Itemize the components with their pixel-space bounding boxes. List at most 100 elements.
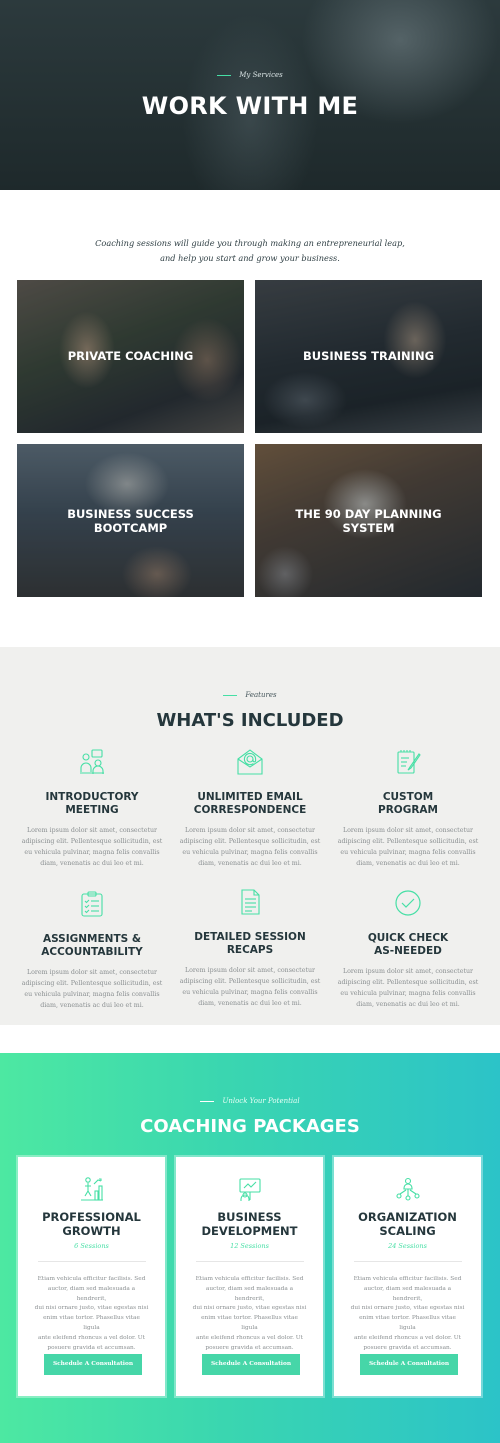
feature-body-3: eu vehicula pulvinar, magna felis conval… (340, 849, 476, 856)
feature-custom-program: CUSTOM PROGRAM Lorem ipsum dolor sit ame… (333, 748, 483, 869)
custom-program-icon (397, 750, 421, 774)
schedule-consultation-button[interactable]: Schedule A Consultation (360, 1354, 458, 1375)
feature-unlimited-email: UNLIMITED EMAIL CORRESPONDENCE Lorem ips… (175, 748, 325, 869)
package-body-5: ante eleifend rhoncus a vel dolor. Ut (195, 1334, 304, 1341)
feature-title-line-2: RECAPS (226, 944, 274, 956)
eyebrow-line (217, 74, 232, 76)
feature-body-4: diam, venenatis ac dui leo et mi. (40, 1002, 144, 1009)
service-label-line-1: THE 90 DAY PLANNING (295, 507, 442, 521)
service-card-business-training[interactable]: BUSINESS TRAINING (255, 280, 482, 433)
service-card-label: BUSINESS TRAINING (255, 349, 482, 363)
features-eyebrow-text: Features (245, 691, 277, 699)
feature-title-line-1: DETAILED SESSION (194, 931, 306, 943)
feature-body-1: Lorem ipsum dolor sit amet, consectetur (184, 967, 316, 974)
package-body-5: ante eleifend rhoncus a vel dolor. Ut (37, 1334, 146, 1341)
package-body-6: posuere gravida et accumsan. (363, 1344, 452, 1351)
package-body-2: auctor, diam sed malesuada a hendrerit, (363, 1285, 452, 1302)
features-eyebrow: Features (0, 691, 500, 699)
feature-body-2: adipiscing elit. Pellentesque sollicitud… (179, 838, 321, 845)
feature-detailed-session-recaps: DETAILED SESSION RECAPS Lorem ipsum dolo… (175, 888, 325, 1009)
package-card-organization-scaling: ORGANIZATION SCALING 24 Sessions Etiam v… (334, 1157, 481, 1396)
feature-body-3: eu vehicula pulvinar, magna felis conval… (340, 990, 476, 997)
service-card-private-coaching[interactable]: PRIVATE COACHING (17, 280, 244, 433)
package-body-3: dui nisi ornare justo, vitae egestas nis… (350, 1305, 465, 1312)
hero-section: My Services WORK WITH ME (0, 0, 500, 190)
package-body-4: enim vitae tortor. Phasellus vitae ligul… (359, 1315, 456, 1331)
feature-body-2: adipiscing elit. Pellentesque sollicitud… (21, 838, 163, 845)
package-divider (195, 1261, 304, 1262)
feature-body-4: diam, venenatis ac dui leo et mi. (356, 1001, 460, 1008)
schedule-consultation-button[interactable]: Schedule A Consultation (44, 1354, 142, 1375)
service-card-90-day-planning-system[interactable]: THE 90 DAY PLANNING SYSTEM (255, 444, 482, 597)
clipboard-checklist-icon (81, 891, 103, 917)
email-envelope-icon (237, 749, 263, 775)
feature-body-1: Lorem ipsum dolor sit amet, consectetur (184, 827, 316, 834)
feature-body-4: diam, venenatis ac dui leo et mi. (198, 1000, 302, 1007)
feature-assignments-accountability: ASSIGNMENTS & ACCOUNTABILITY Lorem ipsum… (17, 890, 167, 1011)
feature-title-line-2: AS-NEEDED (374, 945, 442, 957)
features-section: Features WHAT'S INCLUDED INTRODUCTORY ME… (0, 647, 500, 1025)
features-title: WHAT'S INCLUDED (156, 710, 344, 731)
feature-body-2: adipiscing elit. Pellentesque sollicitud… (337, 838, 479, 845)
package-body-1: Etiam vehicula efficitur facilisis. Sed (37, 1276, 146, 1282)
feature-title-line-2: CORRESPONDENCE (193, 804, 307, 816)
package-body-1: Etiam vehicula efficitur facilisis. Sed (195, 1276, 304, 1282)
service-card-business-success-bootcamp[interactable]: BUSINESS SUCCESS BOOTCAMP (17, 444, 244, 597)
package-body-2: auctor, diam sed malesuada a hendrerit, (205, 1285, 294, 1302)
package-sessions: 6 Sessions (74, 1242, 109, 1250)
feature-title-line-1: CUSTOM (382, 791, 434, 803)
package-card-business-development: BUSINESS DEVELOPMENT 12 Sessions Etiam v… (176, 1157, 323, 1396)
feature-body-1: Lorem ipsum dolor sit amet, consectetur (26, 827, 158, 834)
package-body-4: enim vitae tortor. Phasellus vitae ligul… (201, 1315, 298, 1331)
package-body-3: dui nisi ornare justo, vitae egestas nis… (34, 1305, 149, 1312)
feature-title-line-1: QUICK CHECK (367, 932, 449, 944)
package-divider (353, 1261, 462, 1262)
eyebrow-line (200, 1100, 215, 1102)
eyebrow-line (223, 694, 238, 696)
package-title-line-2: SCALING (379, 1224, 436, 1238)
packages-eyebrow-text: Unlock Your Potential (222, 1097, 300, 1105)
feature-introductory-meeting: INTRODUCTORY MEETING Lorem ipsum dolor s… (17, 748, 167, 869)
feature-body-3: eu vehicula pulvinar, magna felis conval… (24, 849, 160, 856)
package-body-3: dui nisi ornare justo, vitae egestas nis… (192, 1305, 307, 1312)
package-divider (37, 1261, 146, 1262)
package-title-line-1: PROFESSIONAL (42, 1210, 141, 1224)
hero-eyebrow: My Services (0, 71, 500, 79)
organization-network-icon (395, 1177, 420, 1201)
intro-text: Coaching sessions will guide you through… (0, 236, 500, 266)
package-title-line-1: ORGANIZATION (358, 1210, 457, 1224)
growth-person-icon (80, 1177, 103, 1201)
service-label-line-2: BOOTCAMP (93, 521, 168, 535)
package-body-2: auctor, diam sed malesuada a hendrerit, (47, 1285, 136, 1302)
service-card-label: THE 90 DAY PLANNING SYSTEM (255, 507, 482, 535)
feature-body-2: adipiscing elit. Pellentesque sollicitud… (179, 978, 321, 985)
feature-title-line-2: MEETING (65, 804, 119, 816)
schedule-consultation-button[interactable]: Schedule A Consultation (202, 1354, 300, 1375)
feature-body-3: eu vehicula pulvinar, magna felis conval… (24, 991, 160, 998)
package-body-5: ante eleifend rhoncus a vel dolor. Ut (353, 1334, 462, 1341)
package-title-line-1: BUSINESS (217, 1210, 282, 1224)
service-card-label: BUSINESS SUCCESS BOOTCAMP (17, 507, 244, 535)
document-icon (241, 889, 260, 915)
package-title-line-2: DEVELOPMENT (201, 1224, 298, 1238)
service-card-label: PRIVATE COACHING (17, 349, 244, 363)
feature-body-4: diam, venenatis ac dui leo et mi. (40, 860, 144, 867)
feature-body-1: Lorem ipsum dolor sit amet, consectetur (342, 827, 474, 834)
service-label-line-1: PRIVATE COACHING (67, 349, 194, 363)
package-body-6: posuere gravida et accumsan. (205, 1344, 294, 1351)
feature-body-4: diam, venenatis ac dui leo et mi. (198, 860, 302, 867)
feature-body-3: eu vehicula pulvinar, magna felis conval… (182, 989, 318, 996)
feature-body-3: eu vehicula pulvinar, magna felis conval… (182, 849, 318, 856)
feature-title-line-2: PROGRAM (378, 804, 438, 816)
package-sessions: 24 Sessions (388, 1242, 427, 1250)
feature-body-2: adipiscing elit. Pellentesque sollicitud… (337, 979, 479, 986)
service-label-line-1: BUSINESS SUCCESS (67, 507, 194, 521)
packages-section: Unlock Your Potential COACHING PACKAGES … (0, 1053, 500, 1443)
package-body-1: Etiam vehicula efficitur facilisis. Sed (353, 1276, 462, 1282)
package-card-professional-growth: PROFESSIONAL GROWTH 6 Sessions Etiam veh… (18, 1157, 165, 1396)
feature-body-4: diam, venenatis ac dui leo et mi. (356, 860, 460, 867)
hero-eyebrow-text: My Services (239, 71, 283, 79)
package-title-line-2: GROWTH (62, 1224, 121, 1238)
feature-title-line-1: UNLIMITED EMAIL (197, 791, 303, 803)
intro-line-1: Coaching sessions will guide you through… (95, 238, 405, 248)
